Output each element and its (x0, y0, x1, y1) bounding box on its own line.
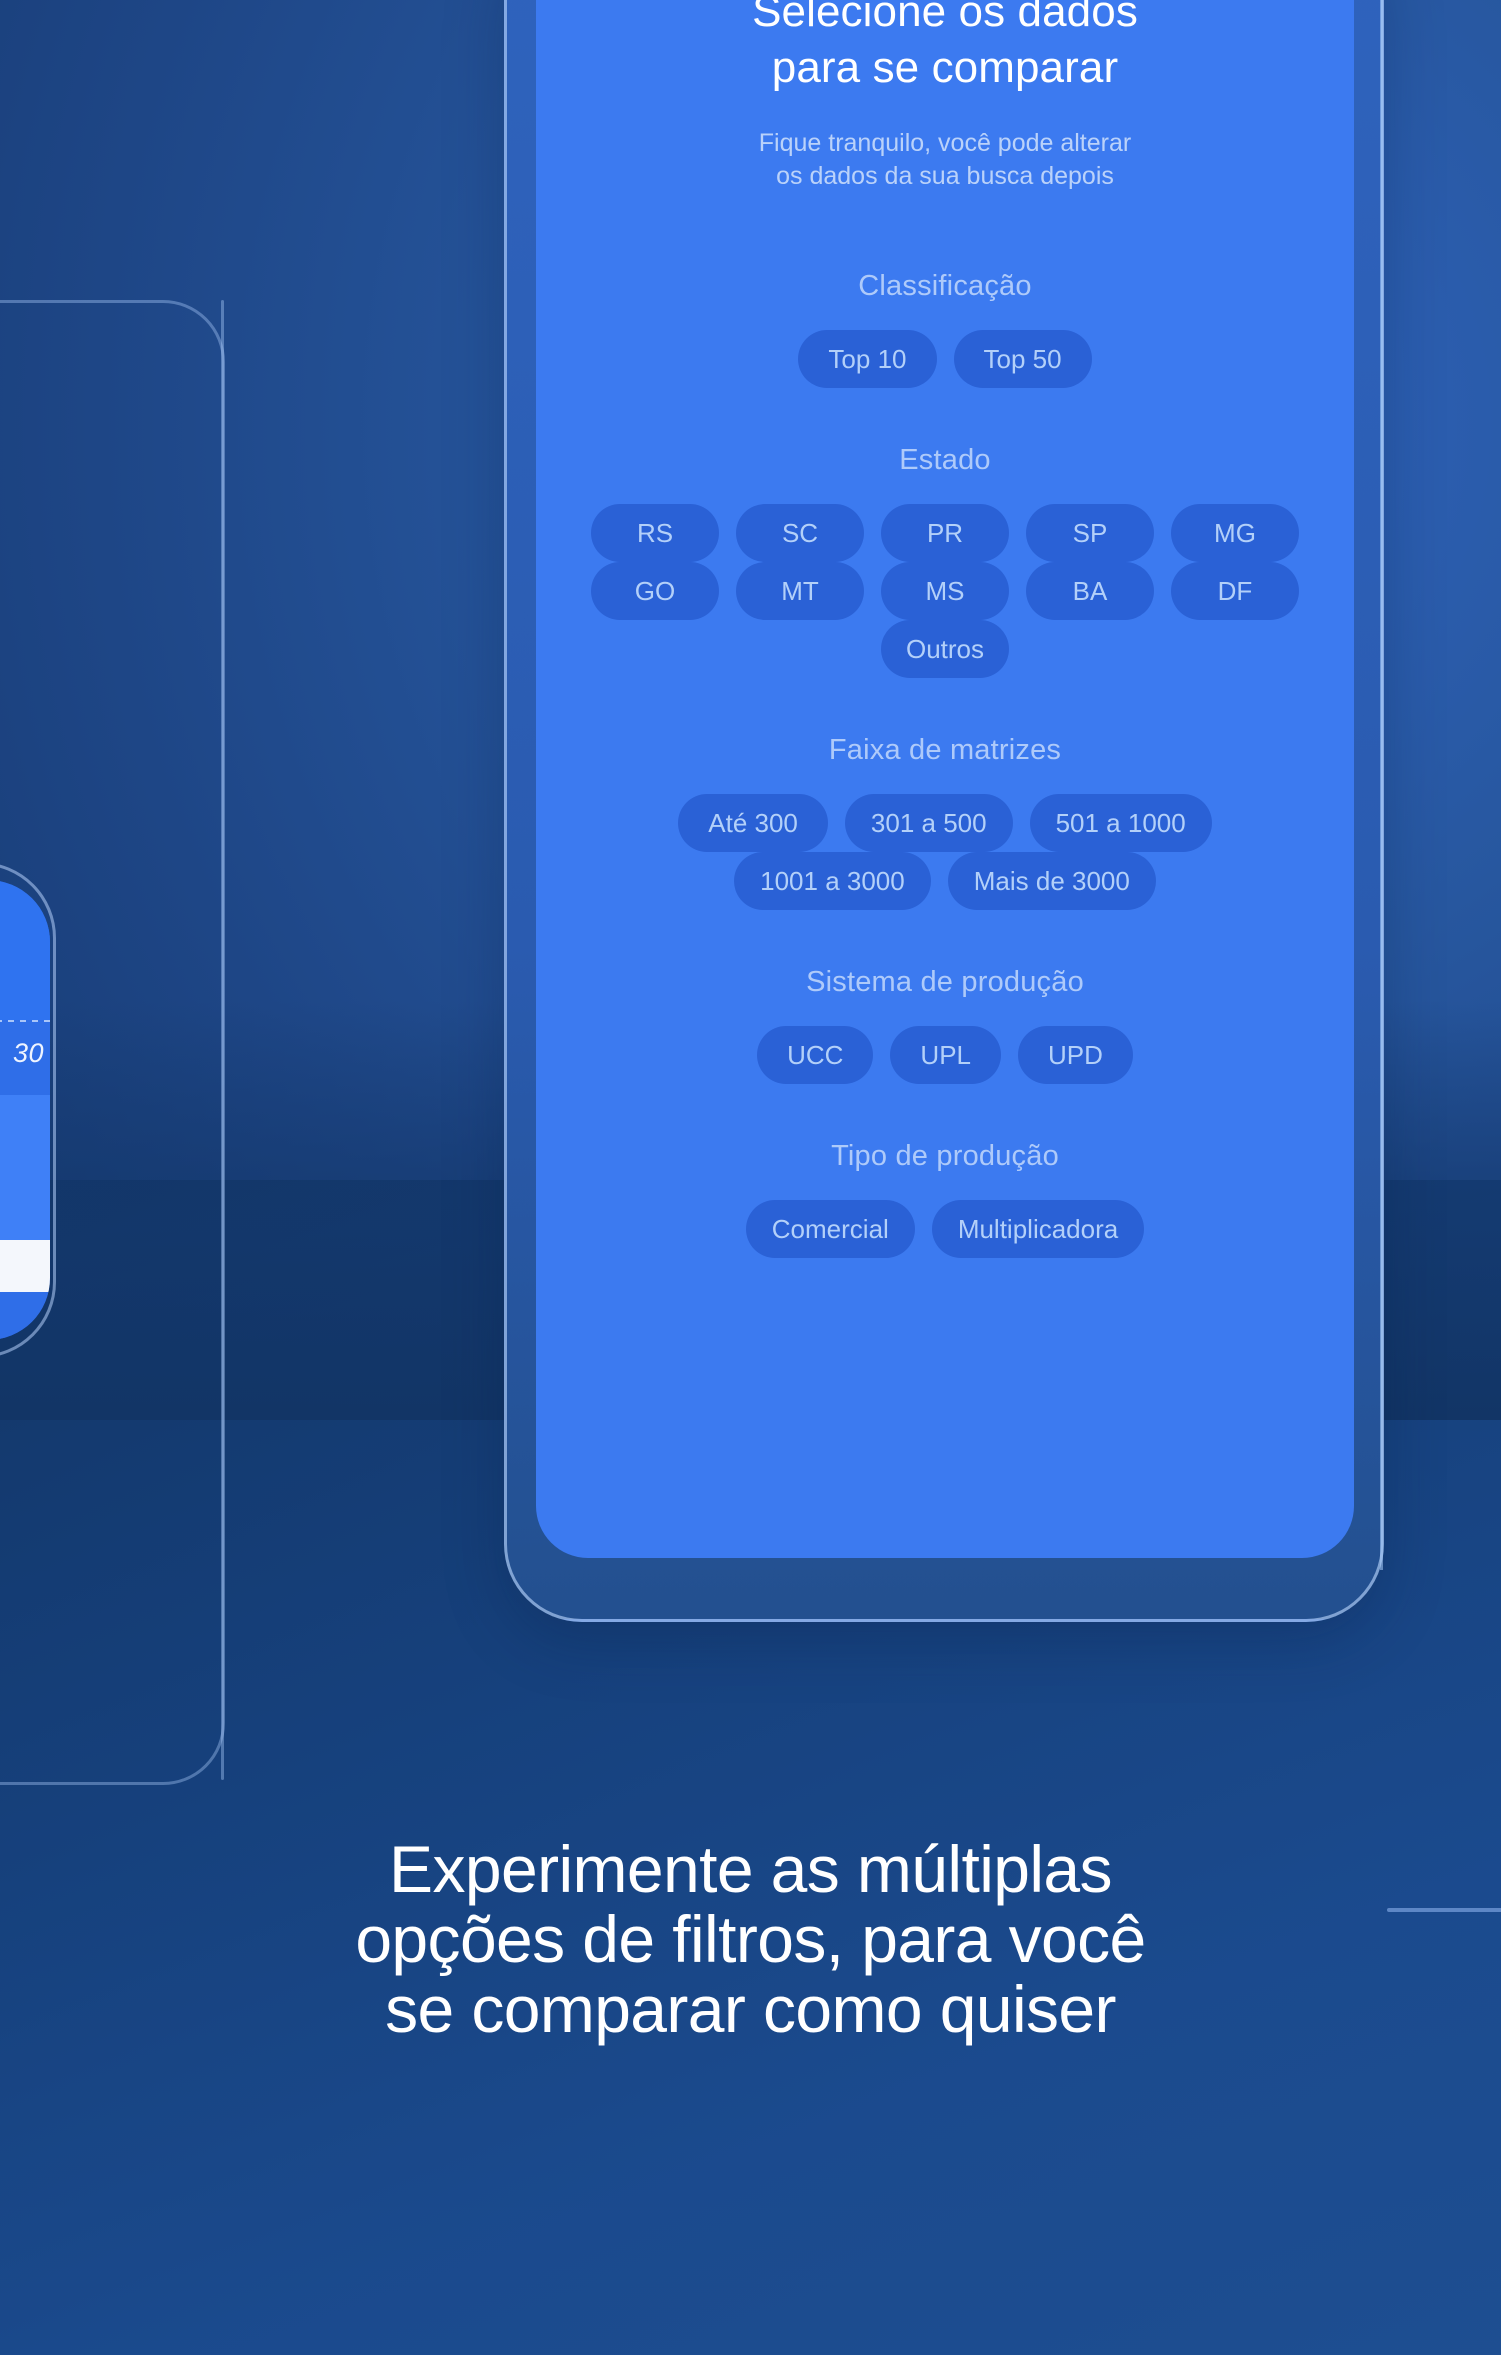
filter-chip-501-a-1000[interactable]: 501 a 1000 (1029, 793, 1212, 852)
filter-group-tipo-de-producao: Tipo de produção Comercial Multiplicadora (576, 1140, 1314, 1258)
filter-group-classificacao: Classificação Top 10 Top 50 (576, 270, 1314, 388)
filter-group-estado: Estado RS SC PR SP MG GO MT MS BA DF Outros (576, 444, 1314, 678)
filter-groups: Classificação Top 10 Top 50 Estado RS SC PR SP M… (576, 270, 1314, 1258)
filter-chip-ate-300[interactable]: Até 300 (678, 793, 828, 852)
filter-chip-comercial[interactable]: Comercial (745, 1199, 915, 1258)
panel-title-line-1: Selecione os dados (752, 0, 1138, 36)
marketing-caption-line-2: opções de filtros, para você (355, 1901, 1146, 1976)
filter-chip-ucc[interactable]: UCC (757, 1025, 874, 1084)
filter-chip-upl[interactable]: UPL (890, 1025, 1001, 1084)
filter-chip-301-a-500[interactable]: 301 a 500 (844, 793, 1013, 852)
filter-chip-row: Comercial Multiplicadora (576, 1199, 1314, 1258)
filter-chip-row: Top 10 Top 50 (576, 329, 1314, 388)
filter-chip-top-50[interactable]: Top 50 (953, 329, 1092, 388)
page-background: 30 Selecione os dados para se comparar F… (0, 0, 1501, 2355)
filter-group-sistema-de-producao: Sistema de produção UCC UPL UPD (576, 966, 1314, 1084)
filter-chip-mais-de-3000[interactable]: Mais de 3000 (947, 851, 1156, 910)
filter-chip-mt[interactable]: MT (736, 561, 864, 620)
filter-chip-1001-a-3000[interactable]: 1001 a 3000 (734, 851, 931, 910)
filter-chip-outros[interactable]: Outros (881, 619, 1009, 678)
filter-chip-mg[interactable]: MG (1171, 503, 1299, 562)
filter-chip-row: Até 300 301 a 500 501 a 1000 (576, 793, 1314, 852)
panel-title: Selecione os dados para se comparar (635, 0, 1255, 97)
filter-chip-pr[interactable]: PR (881, 503, 1009, 562)
filter-chip-sc[interactable]: SC (736, 503, 864, 562)
filters-panel: Selecione os dados para se comparar Fiqu… (536, 0, 1354, 1558)
filter-chip-go[interactable]: GO (591, 561, 719, 620)
filter-chip-ba[interactable]: BA (1026, 561, 1154, 620)
filter-chip-row: 1001 a 3000 Mais de 3000 (576, 851, 1314, 910)
panel-title-line-2: para se comparar (771, 43, 1119, 93)
decorative-vertical-line-left (221, 300, 224, 1780)
filter-chip-top-10[interactable]: Top 10 (798, 329, 937, 388)
filter-chip-sp[interactable]: SP (1026, 503, 1154, 562)
marketing-caption: Experimente as múltiplas opções de filtr… (0, 1832, 1501, 2046)
filter-group-label: Estado (899, 443, 991, 476)
filter-chip-rs[interactable]: RS (591, 503, 719, 562)
filter-chip-ms[interactable]: MS (881, 561, 1009, 620)
phone-screen: Selecione os dados para se comparar Fiqu… (536, 0, 1354, 1558)
marketing-caption-line-3: se comparar como quiser (385, 1971, 1116, 2046)
phone-bezel-edge-line (1380, 0, 1383, 1570)
marketing-caption-line-1: Experimente as múltiplas (389, 1832, 1113, 1906)
filter-chip-df[interactable]: DF (1171, 561, 1299, 620)
filter-chip-row: GO MT MS BA DF (576, 561, 1314, 620)
panel-subtitle-line-1: Fique tranquilo, você pode alterar (758, 128, 1132, 157)
filter-chip-row: UCC UPL UPD (576, 1025, 1314, 1084)
filter-chip-multiplicadora[interactable]: Multiplicadora (931, 1199, 1145, 1258)
panel-subtitle-line-2: os dados da sua busca depois (776, 162, 1114, 191)
filter-group-faixa-de-matrizes: Faixa de matrizes Até 300 301 a 500 501 a 1… (576, 734, 1314, 910)
filter-group-label: Faixa de matrizes (828, 733, 1062, 766)
left-phone-preview-frame (0, 862, 56, 1358)
filter-group-label: Classificação (858, 269, 1032, 302)
filter-chip-row: Outros (576, 619, 1314, 678)
filter-group-label: Sistema de produção (806, 965, 1084, 998)
filter-chip-row: RS SC PR SP MG (576, 503, 1314, 562)
panel-subtitle: Fique tranquilo, você pode alterar os da… (665, 127, 1225, 194)
filter-group-label: Tipo de produção (831, 1139, 1059, 1172)
filter-chip-upd[interactable]: UPD (1018, 1025, 1133, 1084)
